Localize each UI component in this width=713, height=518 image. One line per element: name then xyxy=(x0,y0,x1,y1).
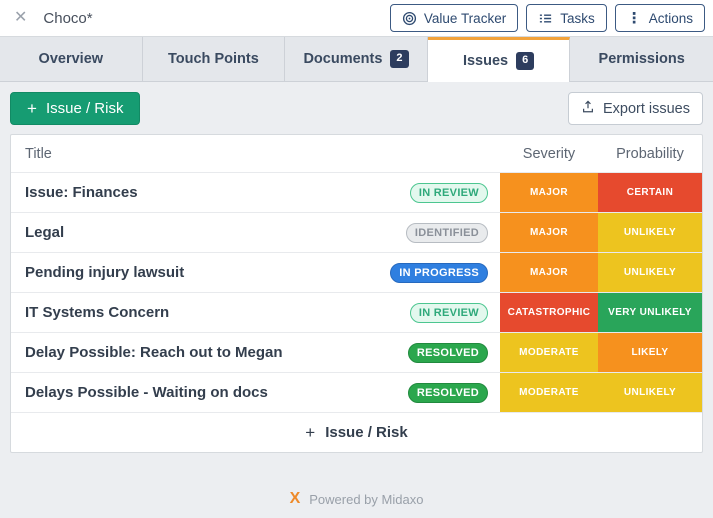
status-badge: RESOLVED xyxy=(407,382,488,403)
table-row[interactable]: Delay Possible: Reach out to Megan RESOL… xyxy=(11,332,702,372)
tasks-button[interactable]: Tasks xyxy=(526,4,607,32)
tab-touch-points[interactable]: Touch Points xyxy=(142,37,286,82)
status-badge: IN PROGRESS xyxy=(390,262,488,283)
tab-issues[interactable]: Issues 6 xyxy=(427,37,571,82)
value-tracker-label: Value Tracker xyxy=(423,10,507,26)
table-row[interactable]: Delays Possible - Waiting on docs RESOLV… xyxy=(11,372,702,412)
severity-cell[interactable]: MODERATE xyxy=(500,333,598,372)
actions-button[interactable]: ⋮ Actions xyxy=(614,4,705,32)
actions-label: Actions xyxy=(648,10,693,26)
tab-documents-label: Documents xyxy=(303,51,383,67)
tab-overview-label: Overview xyxy=(38,51,104,67)
powered-by-footer: X Powered by Midaxo xyxy=(10,490,703,508)
issue-title: Pending injury lawsuit xyxy=(25,264,185,281)
tab-bar: Overview Touch Points Documents 2 Issues… xyxy=(0,37,713,82)
target-icon xyxy=(402,11,417,26)
tab-permissions[interactable]: Permissions xyxy=(570,37,713,82)
tasks-label: Tasks xyxy=(560,10,595,26)
plus-icon: + xyxy=(27,99,37,118)
export-icon xyxy=(581,99,595,118)
severity-cell[interactable]: MAJOR xyxy=(500,173,598,212)
tab-overview[interactable]: Overview xyxy=(0,37,143,82)
deal-title: Choco* xyxy=(43,9,93,27)
table-row[interactable]: IT Systems Concern IN REVIEW CATASTROPHI… xyxy=(11,292,702,332)
table-row[interactable]: Legal IDENTIFIED MAJOR UNLIKELY xyxy=(11,212,702,252)
probability-cell[interactable]: CERTAIN xyxy=(598,173,702,212)
probability-cell[interactable]: LIKELY xyxy=(598,333,702,372)
value-tracker-button[interactable]: Value Tracker xyxy=(389,4,519,32)
top-bar: ✕ Choco* Value Tracker Tasks ⋮ Actions xyxy=(0,0,713,37)
documents-count-badge: 2 xyxy=(390,50,409,68)
task-list-icon xyxy=(538,11,553,26)
topbar-actions: Value Tracker Tasks ⋮ Actions xyxy=(389,4,705,32)
issues-count-badge: 6 xyxy=(516,52,535,70)
probability-cell[interactable]: UNLIKELY xyxy=(598,373,702,412)
close-icon[interactable]: ✕ xyxy=(14,10,27,26)
issue-title: Legal xyxy=(25,224,65,241)
probability-cell[interactable]: UNLIKELY xyxy=(598,253,702,292)
table-header: Title Severity Probability xyxy=(11,135,702,172)
probability-cell[interactable]: UNLIKELY xyxy=(598,213,702,252)
issues-toolbar: + Issue / Risk Export issues xyxy=(10,92,703,125)
issue-title: Delay Possible: Reach out to Megan xyxy=(25,344,283,361)
issue-title: Delays Possible - Waiting on docs xyxy=(25,384,268,401)
status-badge: RESOLVED xyxy=(407,342,488,363)
severity-cell[interactable]: MAJOR xyxy=(500,253,598,292)
add-issue-risk-button[interactable]: + Issue / Risk xyxy=(10,92,141,125)
tab-documents[interactable]: Documents 2 xyxy=(285,37,428,82)
issues-table: Title Severity Probability Issue: Financ… xyxy=(10,134,703,453)
kebab-icon: ⋮ xyxy=(626,9,642,27)
powered-by-label: Powered by Midaxo xyxy=(309,491,424,507)
issue-title: IT Systems Concern xyxy=(25,304,170,321)
status-badge: IN REVIEW xyxy=(409,302,488,323)
severity-cell[interactable]: MODERATE xyxy=(500,373,598,412)
issue-title: Issue: Finances xyxy=(25,184,138,201)
add-issue-risk-row-button[interactable]: + Issue / Risk xyxy=(11,412,702,452)
table-row[interactable]: Issue: Finances IN REVIEW MAJOR CERTAIN xyxy=(11,172,702,212)
table-row[interactable]: Pending injury lawsuit IN PROGRESS MAJOR… xyxy=(11,252,702,292)
issues-panel: + Issue / Risk Export issues Title Sever… xyxy=(0,82,713,518)
status-badge: IDENTIFIED xyxy=(405,222,488,243)
status-badge: IN REVIEW xyxy=(409,182,488,203)
tab-permissions-label: Permissions xyxy=(598,51,685,67)
tab-issues-label: Issues xyxy=(462,53,509,69)
plus-icon: + xyxy=(305,422,316,442)
column-header-severity: Severity xyxy=(522,145,576,162)
severity-cell[interactable]: MAJOR xyxy=(500,213,598,252)
export-issues-button[interactable]: Export issues xyxy=(567,92,703,125)
export-issues-label: Export issues xyxy=(602,100,690,117)
add-issue-risk-row-label: Issue / Risk xyxy=(325,424,408,441)
tab-touch-points-label: Touch Points xyxy=(168,51,259,67)
severity-cell[interactable]: CATASTROPHIC xyxy=(500,293,598,332)
midaxo-logo-icon: X xyxy=(289,490,301,507)
column-header-title: Title xyxy=(25,145,52,162)
add-issue-risk-label: Issue / Risk xyxy=(45,100,124,117)
column-header-probability: Probability xyxy=(616,145,684,162)
probability-cell[interactable]: VERY UNLIKELY xyxy=(598,293,702,332)
